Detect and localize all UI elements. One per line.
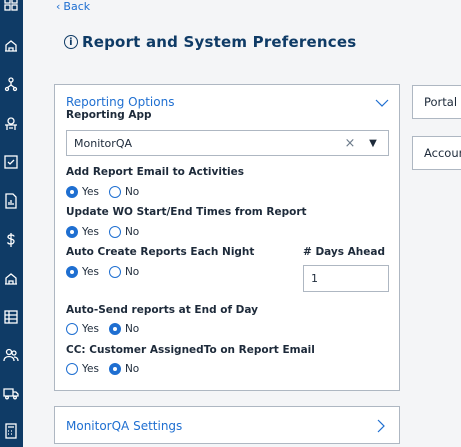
technician-icon[interactable]	[3, 116, 19, 132]
sidebar	[0, 0, 23, 447]
cc-yes-radio[interactable]	[66, 363, 78, 375]
no-label: No	[124, 186, 140, 198]
dollar-icon[interactable]	[3, 232, 19, 248]
chevron-left-icon: ‹	[56, 0, 61, 13]
portal-card[interactable]: Portal	[412, 85, 461, 119]
yes-label: Yes	[82, 226, 99, 238]
no-label: No	[124, 266, 140, 278]
truck-icon[interactable]	[3, 385, 19, 401]
auto-send-label: Auto-Send reports at End of Day	[66, 304, 258, 316]
cc-radio-group: Yes No	[66, 363, 145, 375]
auto-create-no-radio[interactable]	[108, 266, 121, 278]
clear-icon[interactable]: ×	[344, 136, 356, 151]
report-icon[interactable]	[3, 193, 19, 209]
dashboard-icon[interactable]	[3, 0, 19, 12]
auto-send-no-radio[interactable]	[108, 323, 121, 335]
caret-down-icon[interactable]: ▼	[368, 138, 378, 149]
auto-send-yes-radio[interactable]	[66, 323, 78, 335]
building-icon[interactable]	[3, 37, 19, 53]
checkbox-icon[interactable]	[3, 154, 19, 170]
yes-label: Yes	[82, 323, 99, 335]
update-wo-label: Update WO Start/End Times from Report	[66, 206, 307, 218]
auto-create-radio-group: Yes No	[66, 266, 145, 278]
page-title-text: Report and System Preferences	[82, 33, 357, 51]
no-label: No	[124, 363, 140, 375]
cc-no-radio[interactable]	[108, 363, 121, 375]
account-card[interactable]: Accoun	[412, 136, 461, 170]
add-report-email-label: Add Report Email to Activities	[66, 166, 244, 178]
building-alt-icon[interactable]	[3, 270, 19, 286]
days-ahead-label: # Days Ahead	[303, 246, 386, 258]
add-report-email-radio-group: Yes No	[66, 186, 145, 198]
reporting-app-value: MonitorQA	[74, 136, 132, 150]
users-network-icon[interactable]	[3, 76, 19, 92]
chevron-down-icon[interactable]	[375, 99, 389, 107]
yes-label: Yes	[82, 363, 99, 375]
back-link[interactable]: ‹ Back	[56, 0, 90, 13]
auto-create-yes-radio[interactable]	[66, 266, 78, 278]
page-title: i Report and System Preferences	[64, 33, 356, 51]
cc-label: CC: Customer AssignedTo on Report Email	[66, 344, 315, 356]
auto-send-radio-group: Yes No	[66, 323, 145, 335]
info-icon[interactable]: i	[64, 35, 78, 49]
calculator-icon[interactable]	[3, 423, 19, 439]
reporting-app-select[interactable]: MonitorQA × ▼	[66, 130, 389, 156]
list-icon[interactable]	[3, 309, 19, 325]
monitorqa-settings-card[interactable]: MonitorQA Settings	[54, 406, 400, 444]
auto-create-label: Auto Create Reports Each Night	[66, 246, 255, 258]
no-label: No	[124, 323, 140, 335]
update-wo-radio-group: Yes No	[66, 226, 145, 238]
reporting-options-header[interactable]: Reporting Options	[66, 95, 174, 109]
reporting-options-card: Reporting Options Reporting App MonitorQ…	[54, 84, 400, 391]
add-report-email-no-radio[interactable]	[108, 186, 121, 198]
update-wo-yes-radio[interactable]	[66, 226, 78, 238]
back-label: Back	[63, 0, 91, 13]
chevron-right-icon	[377, 419, 385, 433]
people-icon[interactable]	[3, 347, 19, 363]
yes-label: Yes	[82, 186, 99, 198]
no-label: No	[124, 226, 140, 238]
update-wo-no-radio[interactable]	[108, 226, 121, 238]
days-ahead-input[interactable]: 1	[303, 265, 389, 292]
yes-label: Yes	[82, 266, 99, 278]
add-report-email-yes-radio[interactable]	[66, 186, 78, 198]
reporting-app-label: Reporting App	[66, 109, 152, 121]
monitorqa-settings-label: MonitorQA Settings	[66, 419, 183, 433]
